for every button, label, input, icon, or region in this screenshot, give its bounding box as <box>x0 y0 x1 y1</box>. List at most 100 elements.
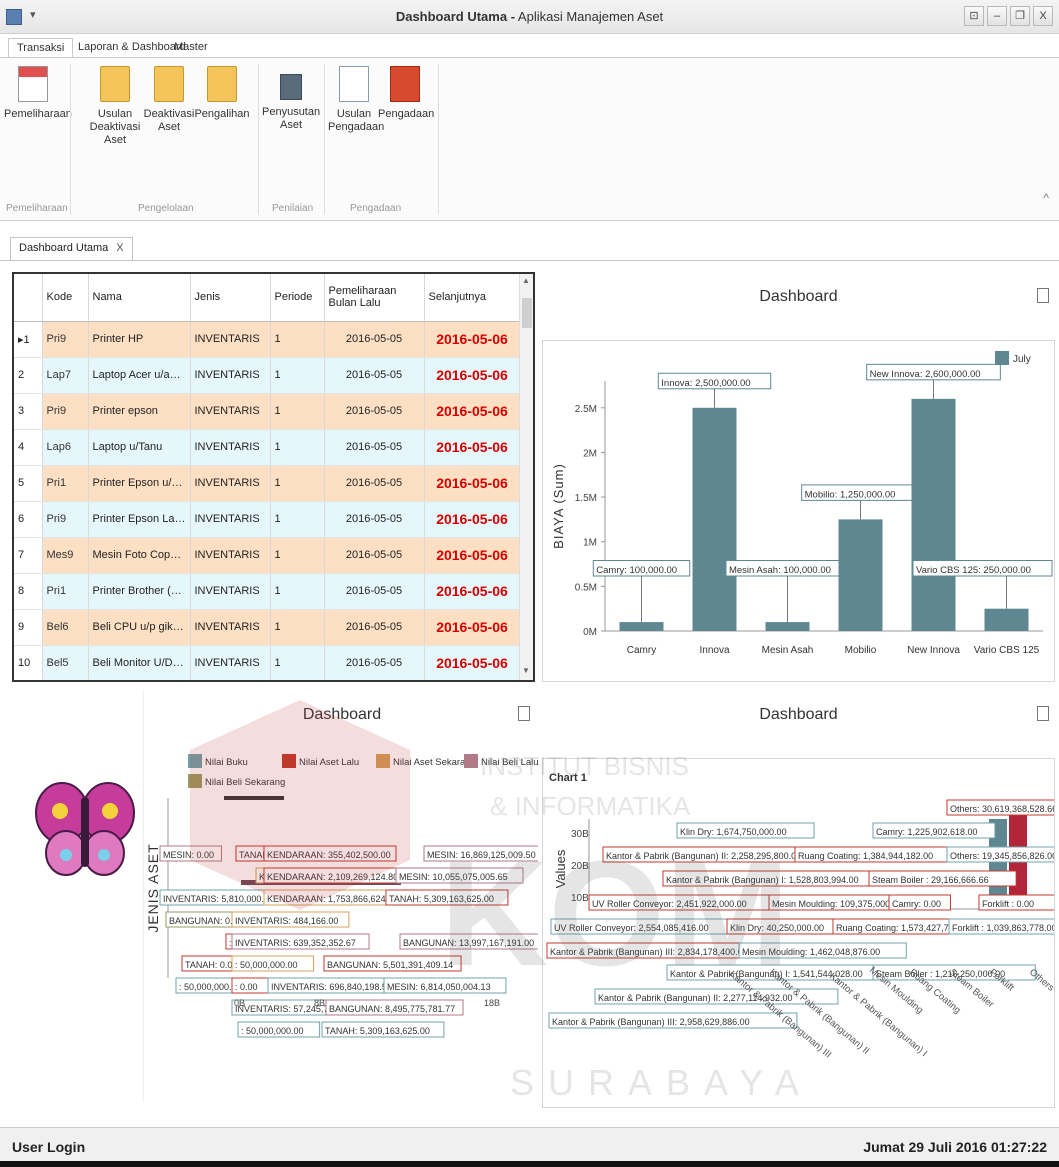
row-number[interactable]: 6 <box>14 501 43 538</box>
cell-jenis[interactable]: INVENTARIS <box>190 501 271 538</box>
cell-nama[interactable]: Printer Epson Laser u/... <box>88 501 191 538</box>
cell-pemeliharaan-lalu[interactable]: 2016-05-05 <box>324 645 425 680</box>
table-row[interactable]: 7Mes9Mesin Foto Copy BrotherINVENTARIS12… <box>14 537 521 574</box>
scroll-up-icon[interactable]: ▲ <box>522 276 530 285</box>
cell-selanjutnya[interactable]: 2016-05-06 <box>424 645 521 680</box>
cell-nama[interactable]: Printer Brother (B Her... <box>88 573 191 610</box>
cell-nama[interactable]: Laptop u/Tanu <box>88 429 191 466</box>
pemeliharaan-button[interactable]: Pemeliharaan <box>4 66 72 121</box>
col-header-jenis[interactable]: Jenis <box>190 274 271 322</box>
doc-tab-dashboard-utama[interactable]: Dashboard Utama X <box>10 237 133 261</box>
table-row[interactable]: 6Pri9Printer Epson Laser u/...INVENTARIS… <box>14 501 521 538</box>
cell-pemeliharaan-lalu[interactable]: 2016-05-05 <box>324 573 425 610</box>
cell-jenis[interactable]: INVENTARIS <box>190 465 271 502</box>
cell-kode[interactable]: Pri1 <box>42 573 89 610</box>
cell-kode[interactable]: Pri9 <box>42 321 89 358</box>
col-header-periode[interactable]: Periode <box>270 274 325 322</box>
row-number[interactable]: 5 <box>14 465 43 502</box>
row-number[interactable]: 4 <box>14 429 43 466</box>
row-number[interactable]: 9 <box>14 609 43 646</box>
cell-periode[interactable]: 1 <box>270 537 325 574</box>
cell-kode[interactable]: Bel5 <box>42 645 89 680</box>
table-row[interactable]: 10 Bel5 Beli Monitor U/David INVENTARIS 1 201… <box>14 645 521 680</box>
table-row[interactable]: 2 Lap7 Laptop Acer u/aciek INVENTARIS 1 2016-… <box>14 357 521 394</box>
collapse-ribbon-icon[interactable]: ^ <box>1043 191 1049 205</box>
cell-selanjutnya[interactable]: 2016-05-06 <box>424 609 521 646</box>
cell-pemeliharaan-lalu[interactable]: 2016-05-05 <box>324 357 425 394</box>
cell-selanjutnya[interactable]: 2016-05-06 <box>424 357 521 394</box>
cell-selanjutnya[interactable]: 2016-05-06 <box>424 573 521 610</box>
row-number[interactable]: ▸1 <box>14 321 43 358</box>
table-row[interactable]: 8Pri1Printer Brother (B Her...INVENTARIS… <box>14 573 521 610</box>
cell-selanjutnya[interactable]: 2016-05-06 <box>424 393 521 430</box>
cell-nama[interactable]: Printer Epson u/kantor... <box>88 465 191 502</box>
usulan-pengadaan-button[interactable]: Usulan Pengadaan <box>328 66 384 134</box>
export-icon[interactable] <box>1037 706 1049 721</box>
pengalihan-button[interactable]: Pengalihan <box>194 66 250 121</box>
cell-periode[interactable]: 1 <box>270 393 325 430</box>
cell-kode[interactable]: Pri9 <box>42 501 89 538</box>
cell-kode[interactable]: Pri9 <box>42 393 89 430</box>
cell-periode[interactable]: 1 <box>270 609 325 646</box>
usulan-deaktivasi-button[interactable]: Usulan Deaktivasi Aset <box>80 66 150 147</box>
table-row[interactable]: 3 Pri9 Printer epson INVENTARIS 1 2016-05-05 2… <box>14 393 521 430</box>
col-header-selanjutnya[interactable]: Selanjutnya <box>424 274 521 322</box>
table-row[interactable]: 9Bel6Beli CPU u/p gik exportINVENTARIS12… <box>14 609 521 646</box>
cell-periode[interactable]: 1 <box>270 357 325 394</box>
cell-kode[interactable]: Lap7 <box>42 357 89 394</box>
cell-pemeliharaan-lalu[interactable]: 2016-05-05 <box>324 393 425 430</box>
table-row[interactable]: 4 Lap6 Laptop u/Tanu INVENTARIS 1 2016-05-05 2… <box>14 429 521 466</box>
table-row[interactable]: 5Pri1Printer Epson u/kantor...INVENTARIS… <box>14 465 521 502</box>
cell-nama[interactable]: Printer epson <box>88 393 191 430</box>
scroll-down-icon[interactable]: ▼ <box>522 666 530 675</box>
cell-selanjutnya[interactable]: 2016-05-06 <box>424 429 521 466</box>
minimize-button[interactable]: – <box>987 6 1007 26</box>
cell-jenis[interactable]: INVENTARIS <box>190 573 271 610</box>
row-number[interactable]: 3 <box>14 393 43 430</box>
row-number[interactable]: 10 <box>14 645 43 680</box>
row-number[interactable]: 8 <box>14 573 43 610</box>
cell-periode[interactable]: 1 <box>270 573 325 610</box>
export-icon[interactable] <box>518 706 530 721</box>
cell-pemeliharaan-lalu[interactable]: 2016-05-05 <box>324 465 425 502</box>
cell-selanjutnya[interactable]: 2016-05-06 <box>424 501 521 538</box>
cell-selanjutnya[interactable]: 2016-05-06 <box>424 321 521 358</box>
col-header-kode[interactable]: Kode <box>42 274 89 322</box>
cell-periode[interactable]: 1 <box>270 429 325 466</box>
deaktivasi-aset-button[interactable]: Deaktivasi Aset <box>142 66 196 134</box>
row-number[interactable]: 7 <box>14 537 43 574</box>
cell-periode[interactable]: 1 <box>270 501 325 538</box>
help-button[interactable]: ⊡ <box>964 6 984 26</box>
cell-periode[interactable]: 1 <box>270 645 325 680</box>
cell-nama[interactable]: Laptop Acer u/aciek <box>88 357 191 394</box>
cell-nama[interactable]: Beli Monitor U/David <box>88 645 191 680</box>
cell-pemeliharaan-lalu[interactable]: 2016-05-05 <box>324 609 425 646</box>
cell-selanjutnya[interactable]: 2016-05-06 <box>424 537 521 574</box>
close-button[interactable]: X <box>1033 6 1053 26</box>
cell-jenis[interactable]: INVENTARIS <box>190 429 271 466</box>
cell-pemeliharaan-lalu[interactable]: 2016-05-05 <box>324 321 425 358</box>
cell-pemeliharaan-lalu[interactable]: 2016-05-05 <box>324 501 425 538</box>
grid-vertical-scrollbar[interactable]: ▲ ▼ <box>519 274 533 680</box>
cell-jenis[interactable]: INVENTARIS <box>190 321 271 358</box>
table-row[interactable]: ▸1 Pri9 Printer HP INVENTARIS 1 2016-05-05 201… <box>14 321 521 358</box>
cell-nama[interactable]: Beli CPU u/p gik export <box>88 609 191 646</box>
col-header-nama[interactable]: Nama <box>88 274 191 322</box>
cell-kode[interactable]: Bel6 <box>42 609 89 646</box>
cell-pemeliharaan-lalu[interactable]: 2016-05-05 <box>324 537 425 574</box>
maximize-button[interactable]: ❐ <box>1010 6 1030 26</box>
cell-kode[interactable]: Pri1 <box>42 465 89 502</box>
tab-master[interactable]: Master <box>166 38 216 56</box>
row-number[interactable]: 2 <box>14 357 43 394</box>
cell-periode[interactable]: 1 <box>270 465 325 502</box>
cell-selanjutnya[interactable]: 2016-05-06 <box>424 465 521 502</box>
cell-jenis[interactable]: INVENTARIS <box>190 357 271 394</box>
cell-jenis[interactable]: INVENTARIS <box>190 393 271 430</box>
cell-jenis[interactable]: INVENTARIS <box>190 609 271 646</box>
cell-pemeliharaan-lalu[interactable]: 2016-05-05 <box>324 429 425 466</box>
cell-periode[interactable]: 1 <box>270 321 325 358</box>
doc-tab-close-icon[interactable]: X <box>116 242 123 254</box>
penyusutan-aset-button[interactable]: Penyusutan Aset <box>262 66 320 132</box>
cell-jenis[interactable]: INVENTARIS <box>190 645 271 680</box>
cell-kode[interactable]: Mes9 <box>42 537 89 574</box>
